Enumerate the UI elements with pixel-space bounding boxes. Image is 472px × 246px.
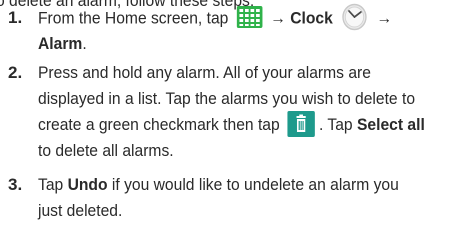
step-line: just deleted. xyxy=(38,201,123,220)
step-text: From the Home screen, tap → Clock → Alar… xyxy=(38,3,461,57)
step-number: 2. xyxy=(8,63,23,82)
step-text-fragment: . xyxy=(82,34,87,53)
step-text-fragment: if you would like to undelete an alarm y… xyxy=(111,175,399,194)
clock-icon xyxy=(341,3,369,31)
undo-label: Undo xyxy=(67,175,108,194)
step-line: Press and hold any alarm. All of your al… xyxy=(38,63,371,82)
step-number: 1. xyxy=(8,8,23,27)
step-text-fragment: create a green checkmark then tap xyxy=(38,115,280,134)
arrow-glyph: → xyxy=(270,8,286,28)
apps-grid-icon xyxy=(236,6,263,28)
step-line: to delete all alarms. xyxy=(38,141,174,160)
document-page: o delete an alarm, follow these steps: 1… xyxy=(0,0,472,246)
select-all-label: Select all xyxy=(356,115,425,134)
step-text-fragment: . Tap xyxy=(319,115,353,134)
step-line: displayed in a list. Tap the alarms you … xyxy=(38,89,416,108)
step-number: 3. xyxy=(8,175,23,194)
step-text: Press and hold any alarm. All of your al… xyxy=(38,60,461,164)
trash-icon xyxy=(287,110,316,137)
step-line: create a green checkmark then tap . Tap … xyxy=(38,110,461,138)
step-text-fragment: Tap xyxy=(38,175,64,194)
clock-app-name: Clock xyxy=(290,8,333,28)
arrow-glyph: → xyxy=(376,8,393,28)
step-line: Tap Undo if you would like to undelete a… xyxy=(38,172,461,198)
step-line: From the Home screen, tap → Clock → xyxy=(38,3,461,31)
step-text-fragment: From the Home screen, tap xyxy=(38,8,229,28)
step-line: Alarm. xyxy=(38,31,461,57)
step-text: Tap Undo if you would like to undelete a… xyxy=(38,172,461,224)
alarm-tab-name: Alarm xyxy=(38,34,83,53)
